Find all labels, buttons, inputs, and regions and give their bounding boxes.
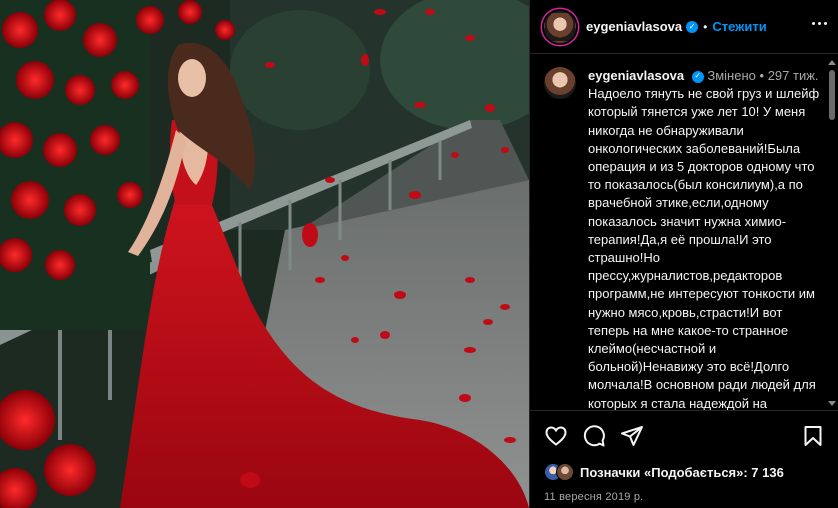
verified-badge-icon: ✓: [686, 20, 699, 33]
likes-row: Позначки «Подобається»: 7 136: [544, 463, 825, 481]
liker-avatar[interactable]: [556, 463, 574, 481]
author-avatar[interactable]: [544, 10, 576, 43]
post-date[interactable]: 11 вересня 2019 р.: [544, 491, 825, 503]
comment-icon[interactable]: [582, 424, 606, 448]
separator-dot: •: [703, 19, 708, 34]
caption-username[interactable]: eygeniavlasova: [588, 68, 684, 83]
more-options-icon[interactable]: [812, 22, 827, 25]
caption-meta: eygeniavlasova ✓ Змінено • 297 тиж.: [588, 67, 821, 85]
scroll-up-arrow-icon[interactable]: [828, 60, 836, 65]
post-photo-illustration: [0, 0, 529, 508]
post-header: eygeniavlasova ✓ • Стежити: [530, 0, 838, 54]
scrollbar-thumb[interactable]: [829, 70, 835, 120]
verified-badge-icon: ✓: [691, 70, 704, 83]
likes-count[interactable]: Позначки «Подобається»: 7 136: [580, 465, 784, 480]
heart-icon[interactable]: [544, 424, 568, 448]
bookmark-icon[interactable]: [801, 424, 825, 448]
caption-area: eygeniavlasova ✓ Змінено • 297 тиж. Надо…: [530, 55, 838, 410]
post-actions: Позначки «Подобається»: 7 136 11 вересня…: [530, 410, 838, 508]
follow-button[interactable]: Стежити: [712, 19, 766, 34]
caption-row: eygeniavlasova ✓ Змінено • 297 тиж. Надо…: [544, 67, 821, 410]
send-icon[interactable]: [620, 424, 644, 448]
caption-scrollbar[interactable]: [828, 58, 836, 408]
action-icons: [544, 423, 825, 449]
caption-age[interactable]: 297 тиж.: [768, 68, 819, 83]
author-username[interactable]: eygeniavlasova: [586, 19, 682, 34]
caption-text: Надоело тянуть не свой груз и шлейф кото…: [588, 86, 820, 410]
post-sidebar: eygeniavlasova ✓ • Стежити eygeniavlasov…: [529, 0, 838, 508]
scroll-down-arrow-icon[interactable]: [828, 401, 836, 406]
post-image[interactable]: [0, 0, 529, 508]
edited-label: Змінено: [707, 68, 756, 83]
caption-avatar[interactable]: [544, 67, 576, 99]
caption-body: eygeniavlasova ✓ Змінено • 297 тиж. Надо…: [588, 67, 821, 410]
caption-separator: •: [759, 68, 765, 83]
